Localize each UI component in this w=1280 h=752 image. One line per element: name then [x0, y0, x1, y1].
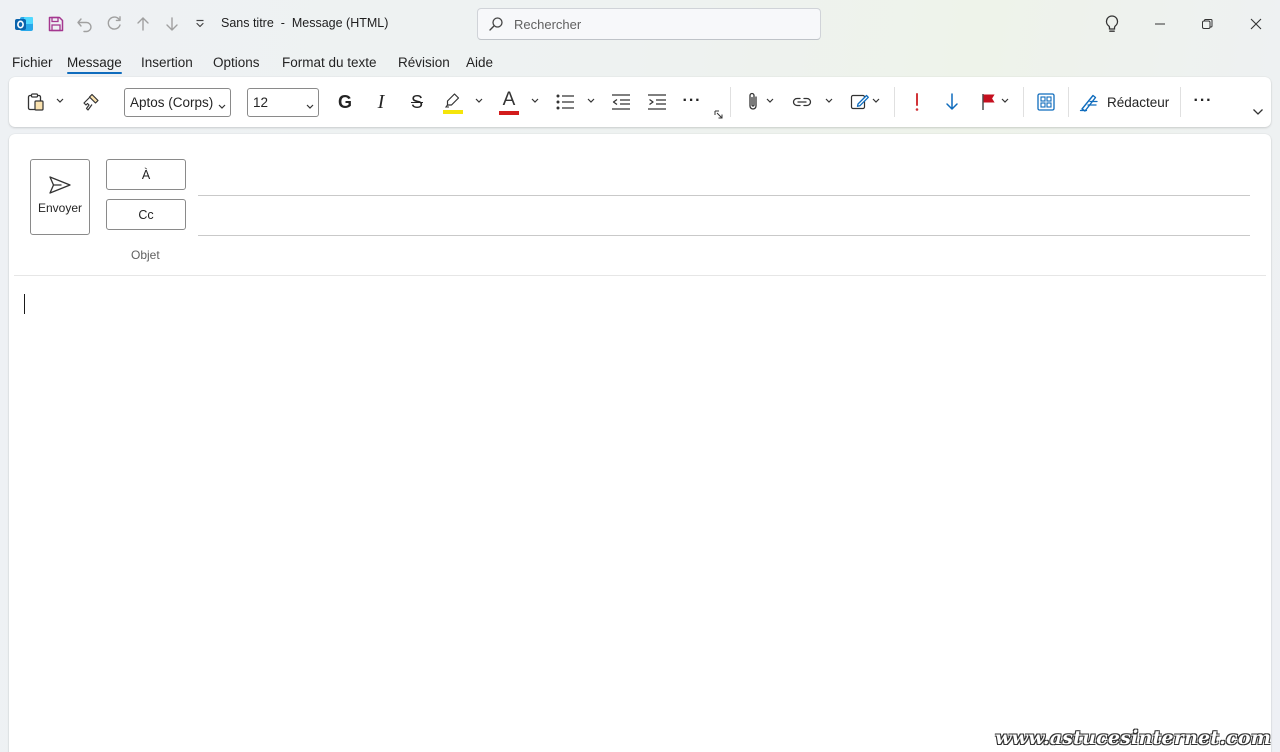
cc-button[interactable]: Cc — [106, 199, 186, 230]
search-icon — [488, 16, 504, 32]
font-size-chevron-icon — [306, 98, 314, 113]
attach-dropdown-chevron-icon[interactable] — [765, 96, 775, 106]
flag-icon[interactable] — [978, 91, 1000, 113]
highlight-dropdown-chevron-icon[interactable] — [474, 96, 484, 106]
outlook-logo-icon — [14, 14, 34, 34]
dialog-launcher-icon[interactable] — [713, 109, 723, 119]
bullet-list-dropdown-chevron-icon[interactable] — [586, 96, 596, 106]
menu-item-options[interactable]: Options — [213, 55, 260, 70]
ribbon-separator — [730, 87, 731, 117]
send-label: Envoyer — [37, 201, 83, 215]
cc-field-underline — [198, 235, 1250, 236]
more-options-button[interactable]: ··· — [1191, 89, 1215, 113]
ribbon-expand-chevron-icon[interactable] — [1252, 106, 1264, 118]
menu-item-aide[interactable]: Aide — [466, 55, 493, 70]
paste-icon[interactable] — [25, 91, 47, 113]
customize-toolbar-icon[interactable] — [193, 16, 207, 32]
link-dropdown-chevron-icon[interactable] — [824, 96, 834, 106]
cc-field[interactable] — [198, 204, 1250, 232]
to-button[interactable]: À — [106, 159, 186, 190]
bullet-list-icon[interactable] — [554, 91, 576, 113]
menu-item-insertion[interactable]: Insertion — [141, 55, 193, 70]
font-color-swatch — [499, 110, 519, 115]
undo-icon[interactable] — [75, 14, 95, 34]
attach-file-icon[interactable] — [743, 90, 763, 114]
ribbon-separator — [1023, 87, 1024, 117]
high-importance-icon[interactable] — [907, 90, 927, 114]
send-icon — [48, 175, 72, 195]
italic-button[interactable]: I — [370, 90, 392, 114]
menu-bar: Fichier Message Insertion Options Format… — [0, 52, 1280, 76]
watermark-text: www.astucesinternet.com — [995, 727, 1271, 749]
header-divider — [14, 275, 1266, 276]
editor-pen-icon — [1079, 92, 1099, 112]
more-formatting-button[interactable]: ··· — [680, 89, 704, 113]
link-icon[interactable] — [791, 91, 813, 113]
ribbon-separator — [1180, 87, 1181, 117]
next-item-icon[interactable] — [162, 14, 182, 34]
lightbulb-icon[interactable] — [1102, 14, 1122, 34]
menu-item-revision[interactable]: Révision — [398, 55, 450, 70]
save-icon[interactable] — [46, 14, 66, 34]
window-title: Sans titre - Message (HTML) — [221, 16, 389, 30]
signature-dropdown-chevron-icon[interactable] — [871, 96, 881, 106]
minimize-icon[interactable] — [1150, 14, 1170, 34]
font-name-chevron-icon — [218, 98, 226, 113]
font-color-dropdown-chevron-icon[interactable] — [530, 96, 540, 106]
font-name-value: Aptos (Corps) — [130, 95, 214, 110]
editor-label: Rédacteur — [1107, 94, 1170, 110]
font-size-value: 12 — [253, 95, 269, 110]
text-cursor — [24, 294, 25, 314]
font-color-letter: A — [502, 88, 516, 110]
menu-item-fichier[interactable]: Fichier — [12, 55, 53, 70]
flag-dropdown-chevron-icon[interactable] — [1000, 96, 1010, 106]
message-body[interactable] — [14, 280, 1264, 750]
signature-icon[interactable] — [849, 91, 871, 113]
decrease-indent-icon[interactable] — [610, 91, 632, 113]
format-painter-icon[interactable] — [80, 91, 102, 113]
bold-button[interactable]: G — [334, 90, 356, 114]
ribbon-separator — [1068, 87, 1069, 117]
apps-grid-icon[interactable] — [1035, 91, 1057, 113]
ribbon: Aptos (Corps) 12 G I S A ··· Rédacteur ·… — [9, 77, 1271, 127]
subject-field[interactable] — [198, 242, 1250, 270]
to-field[interactable] — [198, 164, 1250, 192]
previous-item-icon[interactable] — [133, 14, 153, 34]
editor-button[interactable]: Rédacteur — [1079, 89, 1173, 115]
low-importance-icon[interactable] — [942, 90, 962, 114]
font-size-select[interactable]: 12 — [247, 88, 319, 117]
font-name-select[interactable]: Aptos (Corps) — [124, 88, 231, 117]
highlight-icon[interactable] — [441, 90, 465, 116]
redo-icon[interactable] — [104, 14, 124, 34]
font-color-button[interactable]: A — [497, 88, 521, 116]
ribbon-separator — [894, 87, 895, 117]
close-icon[interactable] — [1246, 14, 1266, 34]
search-box[interactable] — [477, 8, 821, 40]
paste-dropdown-chevron-icon[interactable] — [55, 96, 65, 106]
menu-item-message[interactable]: Message — [67, 55, 122, 74]
title-bar: Sans titre - Message (HTML) — [0, 0, 1280, 48]
search-input[interactable] — [514, 16, 794, 32]
to-field-underline — [198, 195, 1250, 196]
compose-pane: Envoyer À Cc Objet — [9, 134, 1271, 752]
restore-icon[interactable] — [1197, 14, 1217, 34]
increase-indent-icon[interactable] — [646, 91, 668, 113]
strikethrough-button[interactable]: S — [406, 90, 428, 114]
subject-label: Objet — [131, 248, 160, 262]
menu-item-format-du-texte[interactable]: Format du texte — [282, 55, 377, 70]
send-button[interactable]: Envoyer — [30, 159, 90, 235]
